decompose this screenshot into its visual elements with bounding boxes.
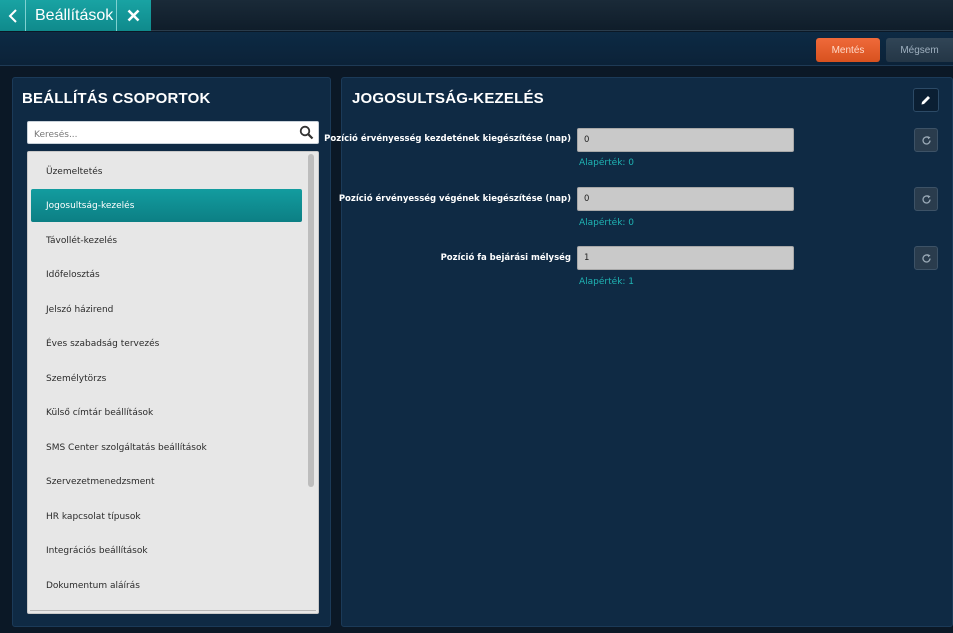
- list-item[interactable]: HR kapcsolat típusok: [31, 500, 302, 533]
- save-button[interactable]: Mentés: [816, 38, 880, 62]
- tab-title: Beállítások: [35, 7, 114, 24]
- list-scrollbar[interactable]: [308, 154, 314, 487]
- field-default-value: Alapérték: 0: [579, 158, 635, 168]
- field-default-value: Alapérték: 1: [579, 277, 635, 287]
- list-item[interactable]: Dokumentum aláírás: [31, 569, 302, 602]
- list-item[interactable]: Éves szabadság tervezés: [31, 327, 302, 360]
- field-default-value: Alapérték: 0: [579, 218, 635, 228]
- list-divider: [30, 610, 316, 611]
- refresh-icon: [921, 253, 931, 263]
- action-bar: [0, 32, 953, 66]
- settings-group-list: Üzemeltetés Jogosultság-kezelés Távollét…: [27, 151, 319, 614]
- back-button[interactable]: [0, 0, 26, 31]
- position-end-extension-input[interactable]: 0: [577, 187, 794, 211]
- back-arrow-icon: [8, 8, 17, 23]
- edit-button[interactable]: [913, 88, 939, 112]
- refresh-icon: [921, 135, 931, 145]
- list-item[interactable]: Üzemeltetés: [31, 155, 302, 188]
- field-label: Pozíció érvényesség kezdetének kiegészít…: [324, 134, 571, 144]
- permission-settings-title: JOGOSULTSÁG-KEZELÉS: [352, 90, 544, 107]
- search-input[interactable]: [28, 124, 288, 146]
- list-item[interactable]: Időfelosztás: [31, 258, 302, 291]
- cancel-button[interactable]: Mégsem: [886, 38, 953, 62]
- list-item[interactable]: SMS Center szolgáltatás beállítások: [31, 431, 302, 464]
- search-box: [27, 121, 319, 146]
- field-label: Pozíció fa bejárási mélység: [440, 253, 571, 263]
- list-item[interactable]: Szervezetmenedzsment: [31, 465, 302, 498]
- permission-settings-panel: [341, 77, 953, 627]
- position-tree-depth-input[interactable]: 1: [577, 246, 794, 270]
- pencil-icon: [921, 96, 930, 105]
- field-label: Pozíció érvényesség végének kiegészítése…: [338, 194, 571, 204]
- list-item[interactable]: Távollét-kezelés: [31, 224, 302, 257]
- close-tab-button[interactable]: [116, 0, 150, 31]
- refresh-icon: [921, 194, 931, 204]
- reset-button[interactable]: [914, 246, 938, 270]
- list-item[interactable]: Integrációs beállítások: [31, 534, 302, 567]
- list-item-active[interactable]: Jogosultság-kezelés: [31, 189, 302, 222]
- search-button[interactable]: [299, 125, 314, 144]
- list-item[interactable]: Külső címtár beállítások: [31, 396, 302, 429]
- title-bar: Beállítások: [0, 0, 953, 31]
- reset-button[interactable]: [914, 128, 938, 152]
- list-item[interactable]: Jelszó házirend: [31, 293, 302, 326]
- close-icon: [127, 9, 140, 22]
- position-start-extension-input[interactable]: 0: [577, 128, 794, 152]
- settings-groups-title: BEÁLLÍTÁS CSOPORTOK: [22, 90, 211, 107]
- list-item[interactable]: Személytörzs: [31, 362, 302, 395]
- search-icon: [299, 125, 314, 140]
- reset-button[interactable]: [914, 187, 938, 211]
- settings-tab[interactable]: Beállítások: [0, 0, 151, 31]
